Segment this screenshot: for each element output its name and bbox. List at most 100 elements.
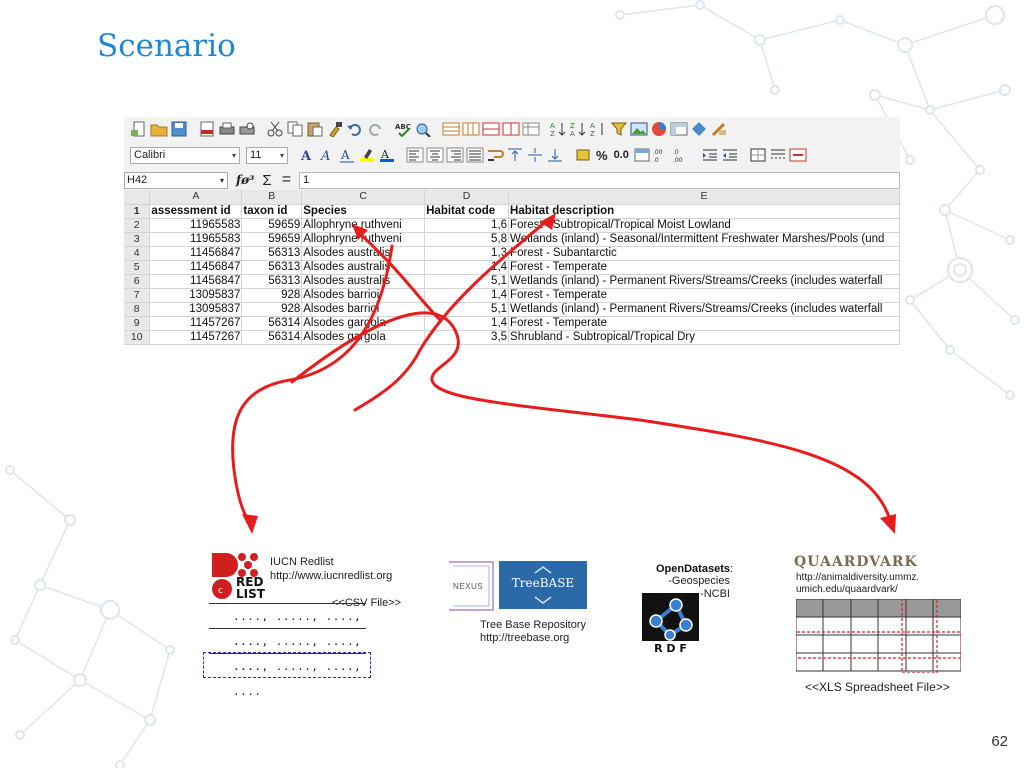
row-header[interactable]: 10 [124, 330, 151, 345]
table-cell[interactable]: 56313 [241, 274, 303, 289]
delete-columns-icon[interactable] [502, 121, 520, 137]
table-cell[interactable]: 11965583 [149, 218, 243, 233]
table-cell[interactable]: 11456847 [149, 246, 243, 261]
table-cell[interactable]: 56313 [241, 246, 303, 261]
table-cell[interactable]: 13095837 [149, 302, 243, 317]
freeze-icon[interactable] [522, 121, 540, 137]
insert-columns-icon[interactable] [462, 121, 480, 137]
align-top-icon[interactable] [506, 147, 524, 163]
save-icon[interactable] [170, 121, 188, 137]
column-header[interactable]: C [301, 190, 426, 205]
table-cell[interactable]: assessment id [149, 204, 243, 219]
table-cell[interactable]: Forest - Subtropical/Tropical Moist Lowl… [508, 218, 900, 233]
underline-icon[interactable]: A [338, 147, 356, 163]
new-document-icon[interactable] [130, 121, 148, 137]
quaardvark-url-line[interactable]: umich.edu/quaardvark/ [796, 584, 898, 595]
date-format-icon[interactable] [633, 147, 651, 163]
table-cell[interactable]: Alsodes barrioi [301, 302, 426, 317]
table-cell[interactable]: Alsodes australis [301, 274, 426, 289]
column-header[interactable]: A [149, 190, 243, 205]
italic-icon[interactable]: A [318, 147, 336, 164]
table-cell[interactable]: 1,3 [424, 246, 510, 261]
row-header[interactable]: 8 [124, 302, 151, 317]
table-cell[interactable]: 5,1 [424, 274, 510, 289]
increase-indent-icon[interactable] [701, 147, 719, 163]
row-header[interactable]: 9 [124, 316, 151, 331]
wrap-text-icon[interactable] [486, 147, 504, 163]
decrease-indent-icon[interactable] [721, 147, 739, 163]
table-cell[interactable]: 56314 [241, 330, 303, 345]
center-vertically-icon[interactable] [526, 147, 544, 163]
row-header[interactable]: 6 [124, 274, 151, 289]
table-cell[interactable]: 5,1 [424, 302, 510, 317]
name-box[interactable]: H42 ▾ [124, 171, 228, 189]
clone-format-icon[interactable] [326, 121, 344, 138]
table-cell[interactable]: Allophryne ruthveni [301, 232, 426, 247]
borders-icon[interactable] [749, 147, 767, 163]
row-header[interactable]: 4 [124, 246, 151, 261]
table-cell[interactable]: Wetlands (inland) - Seasonal/Intermitten… [508, 232, 900, 247]
table-cell[interactable]: Alsodes gargola [301, 316, 426, 331]
table-cell[interactable]: Wetlands (inland) - Permanent Rivers/Str… [508, 302, 900, 317]
table-cell[interactable]: Habitat code [424, 204, 510, 219]
align-right-icon[interactable] [446, 147, 464, 163]
sort-ascending-icon[interactable]: AZ [550, 121, 568, 138]
justify-icon[interactable] [466, 147, 484, 163]
font-color-icon[interactable]: A [378, 147, 396, 163]
table-cell[interactable]: Alsodes australis [301, 246, 426, 261]
pivot-table-icon[interactable] [670, 121, 688, 137]
table-cell[interactable]: Species [301, 204, 426, 219]
row-header[interactable]: 5 [124, 260, 151, 275]
table-cell[interactable]: 56314 [241, 316, 303, 331]
table-cell[interactable]: Shrubland - Subtropical/Tropical Dry [508, 330, 900, 345]
print-icon[interactable] [218, 121, 236, 137]
sort-descending-icon[interactable]: ZA [570, 121, 588, 138]
merge-cells-icon[interactable] [789, 147, 807, 163]
print-preview-icon[interactable] [238, 121, 256, 137]
currency-format-icon[interactable] [574, 147, 592, 163]
table-cell[interactable]: Forest - Temperate [508, 260, 900, 275]
select-all-corner[interactable] [124, 190, 151, 205]
table-cell[interactable]: taxon id [241, 204, 303, 219]
table-cell[interactable]: Forest - Subantarctic [508, 246, 900, 261]
row-header[interactable]: 7 [124, 288, 151, 303]
copy-icon[interactable] [286, 121, 304, 137]
table-cell[interactable]: 11457267 [149, 316, 243, 331]
table-cell[interactable]: Wetlands (inland) - Permanent Rivers/Str… [508, 274, 900, 289]
quaardvark-url-line[interactable]: http://animaldiversity.ummz. [796, 572, 919, 583]
cut-icon[interactable] [266, 121, 284, 137]
column-header[interactable]: B [241, 190, 303, 205]
bold-icon[interactable]: A [298, 147, 316, 164]
sort-icon[interactable]: AZ [590, 121, 608, 138]
function-wizard-icon[interactable]: fø³ [236, 173, 254, 187]
sum-icon[interactable]: Σ [262, 172, 271, 189]
table-cell[interactable]: 1,6 [424, 218, 510, 233]
table-cell[interactable]: 11965583 [149, 232, 243, 247]
spellcheck-icon[interactable]: ABC [394, 121, 412, 138]
table-cell[interactable]: Alsodes australis [301, 260, 426, 275]
insert-chart-icon[interactable] [650, 121, 668, 137]
table-cell[interactable]: 3,5 [424, 330, 510, 345]
table-cell[interactable]: Forest - Temperate [508, 316, 900, 331]
autofilter-icon[interactable] [610, 121, 628, 137]
table-cell[interactable]: 11456847 [149, 260, 243, 275]
table-cell[interactable]: Alsodes barrioi [301, 288, 426, 303]
table-cell[interactable]: 11456847 [149, 274, 243, 289]
special-character-icon[interactable] [690, 121, 708, 137]
export-pdf-icon[interactable] [198, 121, 216, 137]
border-style-icon[interactable] [769, 147, 787, 163]
number-format-button[interactable]: 0.0 [612, 149, 631, 161]
delete-decimal-icon[interactable]: .0.00 [673, 147, 691, 164]
paste-icon[interactable] [306, 121, 324, 137]
table-cell[interactable]: 56313 [241, 260, 303, 275]
table-cell[interactable]: 13095837 [149, 288, 243, 303]
delete-rows-icon[interactable] [482, 121, 500, 137]
table-cell[interactable]: 59659 [241, 232, 303, 247]
table-cell[interactable]: 5,8 [424, 232, 510, 247]
table-cell[interactable]: Alsodes gargola [301, 330, 426, 345]
row-header[interactable]: 2 [124, 218, 151, 233]
table-cell[interactable]: 928 [241, 302, 303, 317]
table-cell[interactable]: Forest - Temperate [508, 288, 900, 303]
column-header[interactable]: D [424, 190, 510, 205]
table-cell[interactable]: Allophryne ruthveni [301, 218, 426, 233]
